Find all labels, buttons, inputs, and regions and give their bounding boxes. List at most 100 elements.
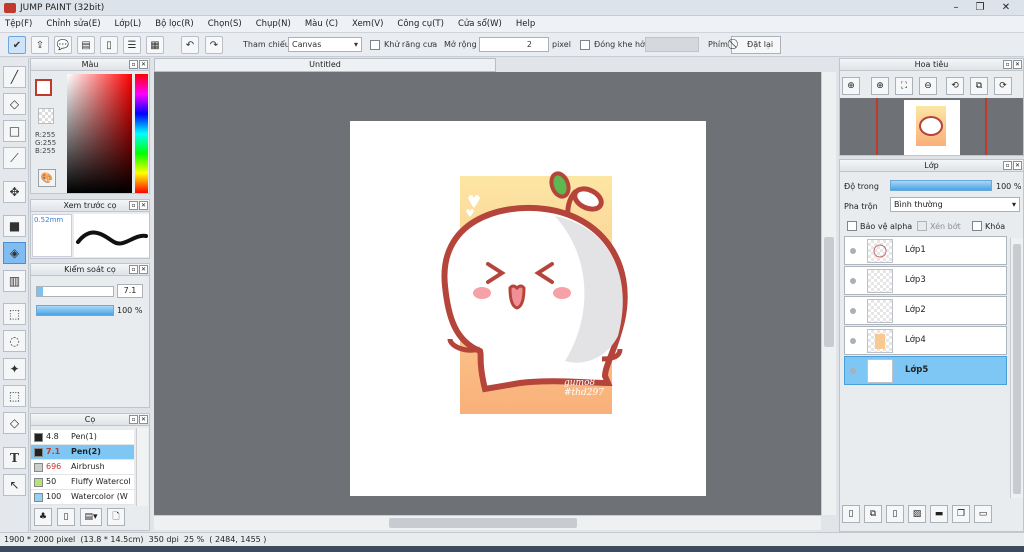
layer-list-scrollbar[interactable] (1010, 238, 1023, 498)
menu-view[interactable]: Xem(V) (352, 19, 383, 29)
zoom-out-icon[interactable]: ⊖ (919, 77, 937, 95)
transparent-color-swatch[interactable] (38, 108, 54, 124)
panel-close-icon[interactable]: ✕ (1013, 161, 1022, 170)
panel-close-icon[interactable]: ✕ (139, 201, 148, 210)
reference-select[interactable]: Canvas ▾ (288, 37, 362, 52)
menu-layer[interactable]: Lớp(L) (115, 19, 142, 29)
menu-window[interactable]: Cửa sổ(W) (458, 19, 502, 29)
brush-opacity-slider[interactable] (36, 305, 114, 316)
panel-float-icon[interactable]: ▫ (1003, 161, 1012, 170)
brush-item[interactable]: 50 Fluffy Watercol (31, 475, 134, 490)
menu-edit[interactable]: Chỉnh sửa(E) (46, 19, 100, 29)
layer-opacity-slider[interactable] (890, 180, 992, 191)
menu-select[interactable]: Chọn(S) (208, 19, 242, 29)
layer-visibility-icon[interactable] (850, 308, 856, 314)
canvas-vertical-scrollbar[interactable] (821, 72, 836, 515)
close-gap-checkbox[interactable] (580, 40, 590, 50)
panel-float-icon[interactable]: ▫ (129, 201, 138, 210)
new-raster-layer-icon[interactable]: ▯ (886, 505, 904, 523)
panel-close-icon[interactable]: ✕ (139, 60, 148, 69)
panel-float-icon[interactable]: ▫ (129, 60, 138, 69)
brush-list-scrollbar[interactable] (136, 428, 148, 506)
reset-button[interactable]: ⃠ Đặt lại (731, 36, 781, 54)
layer-row[interactable]: Lớp1 (844, 236, 1007, 265)
rotate-left-icon[interactable]: ⟲ (946, 77, 964, 95)
screentone-layer-icon[interactable]: ▨ (908, 505, 926, 523)
brush-tool-icon[interactable]: ╱ (3, 66, 26, 88)
brush-item[interactable]: 4.8 Pen(1) (31, 430, 134, 445)
move-tool-icon[interactable]: ✥ (3, 181, 26, 203)
magic-wand-tool-icon[interactable]: ✦ (3, 358, 26, 380)
rect-select-tool-icon[interactable]: ⬚ (3, 303, 26, 325)
vertical-scroll-thumb[interactable] (824, 237, 834, 347)
clip-checkbox[interactable] (917, 221, 927, 231)
line-tool-icon[interactable]: ⟋ (3, 147, 26, 169)
menu-capture[interactable]: Chụp(N) (256, 19, 291, 29)
saturation-value-picker[interactable] (67, 74, 132, 193)
panel-float-icon[interactable]: ▫ (129, 415, 138, 424)
panel-close-icon[interactable]: ✕ (139, 265, 148, 274)
message-icon[interactable]: ▤ (77, 36, 95, 54)
menu-tools[interactable]: Công cụ(T) (397, 19, 444, 29)
menu-file[interactable]: Tệp(F) (5, 19, 32, 29)
panel-float-icon[interactable]: ▫ (129, 265, 138, 274)
layer-visibility-icon[interactable] (850, 248, 856, 254)
antialias-checkbox[interactable] (370, 40, 380, 50)
brush-size-slider[interactable] (36, 286, 114, 297)
panel-close-icon[interactable]: ✕ (139, 415, 148, 424)
duplicate-layer-icon[interactable]: ❐ (952, 505, 970, 523)
rotate-right-icon[interactable]: ⟳ (994, 77, 1012, 95)
delete-layer-icon[interactable]: ▭ (974, 505, 992, 523)
brush-size-input[interactable]: 7.1 (117, 284, 143, 298)
list-icon[interactable]: ☰ (123, 36, 141, 54)
text-tool-icon[interactable]: T (3, 447, 26, 469)
menu-color[interactable]: Màu (C) (305, 19, 338, 29)
close-gap-slider[interactable] (645, 37, 699, 52)
palette-icon[interactable]: 🎨 (38, 169, 56, 187)
layer-row[interactable]: Lớp3 (844, 266, 1007, 295)
undo-icon[interactable]: ↶ (181, 36, 199, 54)
layer-row[interactable]: Lớp4 (844, 326, 1007, 355)
select-eraser-tool-icon[interactable]: ◇ (3, 412, 26, 434)
layer-row[interactable]: Lớp2 (844, 296, 1007, 325)
brush-item[interactable]: 696 Airbrush (31, 460, 134, 475)
lasso-tool-icon[interactable]: ◌ (3, 330, 26, 352)
fit-window-icon[interactable]: ⛶ (895, 77, 913, 95)
brush-menu-icon[interactable]: ▤▾ (80, 508, 102, 526)
operation-tool-icon[interactable]: ↖ (3, 474, 26, 496)
brush-add-icon[interactable]: ♣ (34, 508, 52, 526)
expand-input[interactable]: 2 (479, 37, 549, 52)
redo-icon[interactable]: ↷ (205, 36, 223, 54)
canvas-horizontal-scrollbar[interactable] (154, 515, 821, 530)
layer-row[interactable]: Lớp5 (844, 356, 1007, 385)
lock-checkbox[interactable] (972, 221, 982, 231)
flip-icon[interactable]: ⧉ (970, 77, 988, 95)
fill-rect-tool-icon[interactable]: ■ (3, 215, 26, 237)
copy-layer-icon[interactable]: ⧉ (864, 505, 882, 523)
brush-new-icon[interactable]: ▯ (57, 508, 75, 526)
menu-filter[interactable]: Bộ lọc(R) (155, 19, 194, 29)
eraser-tool-icon[interactable]: ◇ (3, 93, 26, 115)
canvas-paper[interactable]: gumo8 #thd297 (350, 121, 706, 496)
selection-mode-icon[interactable]: ✔ (8, 36, 26, 54)
brush-delete-icon[interactable]: 🗋 (107, 508, 125, 526)
horizontal-scroll-thumb[interactable] (389, 518, 577, 528)
panel-close-icon[interactable]: ✕ (1013, 60, 1022, 69)
grid-icon[interactable]: ▦ (146, 36, 164, 54)
navigator-preview[interactable] (840, 98, 1023, 155)
share-icon[interactable]: ⇪ (31, 36, 49, 54)
restore-button[interactable]: ❐ (968, 0, 992, 15)
comment-icon[interactable]: 💬 (54, 36, 72, 54)
layer-visibility-icon[interactable] (850, 338, 856, 344)
gradient-tool-icon[interactable]: ▥ (3, 270, 26, 292)
bucket-tool-icon[interactable]: ◈ (3, 242, 26, 264)
blend-mode-select[interactable]: Bình thường ▾ (890, 197, 1020, 212)
select-pen-tool-icon[interactable]: ⬚ (3, 385, 26, 407)
brush-item[interactable]: 100 Watercolor (W (31, 490, 134, 505)
shape-tool-icon[interactable]: □ (3, 120, 26, 142)
zoom-reset-icon[interactable]: ⊕ (842, 77, 860, 95)
layer-visibility-icon[interactable] (850, 368, 856, 374)
new-layer-icon[interactable]: ▯ (842, 505, 860, 523)
minimize-button[interactable]: – (944, 0, 968, 15)
primary-color-swatch[interactable] (35, 79, 52, 96)
